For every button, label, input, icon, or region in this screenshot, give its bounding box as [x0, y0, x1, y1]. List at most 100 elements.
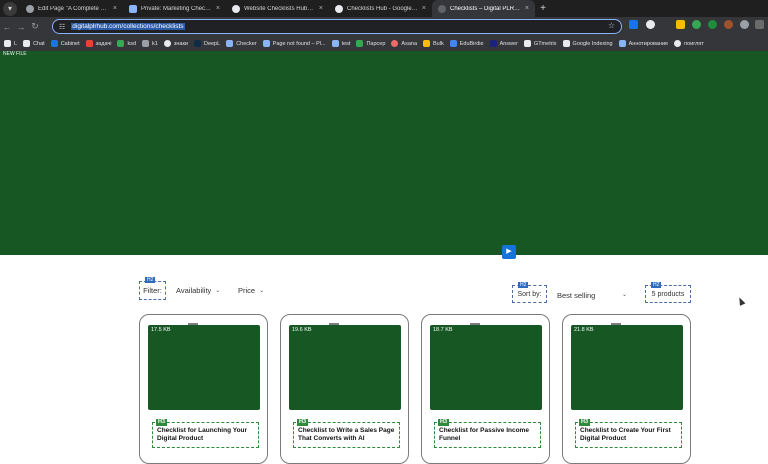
bookmark-icon [356, 40, 364, 47]
bookmark-item[interactable]: знаки [163, 40, 188, 47]
folder-icon [4, 40, 11, 47]
bookmark-item[interactable]: Page not found – Pl... [262, 40, 326, 47]
bookmark-item[interactable]: задачі [85, 40, 111, 47]
bookmark-item[interactable]: Answer [489, 40, 518, 47]
heading-badge: H3 [579, 419, 591, 426]
address-bar[interactable]: ☷ digitalplrhub.com/collections/checklis… [52, 19, 622, 34]
bookmark-item[interactable]: Asana [391, 40, 417, 47]
heading-badge: H3 [297, 419, 309, 426]
product-card[interactable]: 17.5 KB H3 Checklist for Launching Your … [139, 314, 268, 464]
product-thumbnail[interactable]: 19.6 KB [289, 323, 401, 410]
product-card[interactable]: 21.8 KB H3 Checklist to Create Your Firs… [562, 314, 691, 464]
browser-tab[interactable]: Private: Marketing Checklists -... × [123, 0, 226, 17]
bookmark-item[interactable]: DeepL [193, 40, 220, 47]
heading-badge: H2 [145, 277, 156, 283]
availability-filter[interactable]: Availability ⌄ [176, 286, 220, 295]
bookmark-item[interactable]: k1 [142, 40, 158, 47]
thumbnail-notch [188, 323, 198, 325]
bookmark-label: Парсер [366, 40, 386, 47]
bookmark-label: Asana [401, 40, 418, 47]
price-label: Price [238, 286, 256, 295]
bookmark-star-icon[interactable]: ☆ [608, 21, 615, 30]
tab-title: Checklists – Digital PLR Hub [450, 5, 521, 12]
bookmark-item[interactable]: Cabinet [50, 40, 80, 47]
extensions-puzzle-icon[interactable] [755, 20, 764, 29]
product-title-box[interactable]: H3 Checklist to Write a Sales Page That … [293, 419, 400, 448]
bookmark-item[interactable]: Checker [226, 40, 257, 47]
bookmark-label: Checker [236, 40, 257, 47]
price-filter[interactable]: Price ⌄ [238, 286, 264, 295]
close-icon[interactable]: × [216, 5, 220, 12]
product-title-box[interactable]: H3 Checklist for Launching Your Digital … [152, 419, 259, 448]
bookmark-item[interactable]: Chat [23, 40, 45, 47]
browser-tab[interactable]: Website Checklists Hub - Goog... × [226, 0, 329, 17]
browser-tab[interactable]: Checklists Hub - Google Search × [329, 0, 432, 17]
bookmark-item[interactable]: Google Indexing [562, 40, 613, 47]
product-title[interactable]: Checklist to Create Your First Digital P… [580, 427, 677, 443]
bookmark-item[interactable]: Аннотирование [618, 40, 668, 47]
filter-label-text: Filter: [143, 286, 162, 295]
extension-icon[interactable] [692, 20, 701, 29]
forward-icon[interactable]: → [14, 22, 28, 32]
bookmark-icon [117, 40, 125, 47]
product-title[interactable]: Checklist for Passive Income Funnel [439, 427, 536, 443]
sort-select[interactable]: Best selling [557, 291, 595, 300]
extension-icon[interactable] [676, 20, 685, 29]
chevron-down-icon[interactable]: ⌄ [622, 291, 627, 298]
thumbnail-notch [611, 323, 621, 325]
heading-badge: H3 [156, 419, 168, 426]
play-icon[interactable]: ▶ [502, 245, 516, 259]
product-count: H2 5 products [645, 282, 691, 303]
menu-icon[interactable] [740, 20, 749, 29]
tab-search-icon[interactable]: ▾ [3, 2, 17, 16]
bookmark-label: ksd [127, 40, 137, 47]
product-title[interactable]: Checklist for Launching Your Digital Pro… [157, 427, 254, 443]
extension-icon[interactable] [646, 20, 655, 29]
url-text[interactable]: digitalplrhub.com/collections/checklists [71, 23, 185, 30]
extension-icon[interactable] [708, 20, 717, 29]
bookmark-item[interactable]: Парсер [356, 40, 385, 47]
bookmark-icon [423, 40, 431, 47]
availability-label: Availability [176, 286, 212, 295]
product-card[interactable]: 19.6 KB H3 Checklist to Write a Sales Pa… [280, 314, 409, 464]
file-size: 17.5 KB [151, 327, 171, 333]
new-tab-icon[interactable]: + [535, 0, 551, 17]
bookmark-item[interactable]: Bulk [423, 40, 444, 47]
close-icon[interactable]: × [319, 5, 323, 12]
bookmark-label: Page not found – Pl... [272, 40, 326, 47]
bookmark-item[interactable]: EduBirdie [449, 40, 484, 47]
sort-label-text: Sort by: [517, 290, 542, 298]
bookmark-item[interactable]: test [331, 40, 350, 47]
bookmark-item[interactable]: L [4, 40, 17, 47]
back-icon[interactable]: ← [0, 22, 14, 32]
file-size: 21.8 KB [574, 327, 594, 333]
favicon-icon [438, 4, 446, 13]
product-title[interactable]: Checklist to Write a Sales Page That Con… [298, 427, 395, 443]
chevron-down-icon: ⌄ [259, 288, 265, 294]
bookmark-item[interactable]: ksd [117, 40, 136, 47]
bookmark-label: поиглят [684, 40, 704, 47]
product-card[interactable]: 18.7 KB H3 Checklist for Passive Income … [421, 314, 550, 464]
product-thumbnail[interactable]: 21.8 KB [571, 323, 683, 410]
tab-title: Private: Marketing Checklists -... [141, 5, 212, 12]
product-title-box[interactable]: H3 Checklist to Create Your First Digita… [575, 419, 682, 448]
tab-title: Checklists Hub - Google Search [347, 5, 418, 12]
bookmark-icon [85, 40, 93, 47]
bookmark-item[interactable]: поиглят [674, 40, 704, 47]
mouse-cursor-icon [736, 296, 746, 306]
close-icon[interactable]: × [525, 5, 529, 12]
profile-avatar[interactable] [724, 20, 733, 29]
product-thumbnail[interactable]: 17.5 KB [148, 323, 260, 410]
browser-tab-active[interactable]: Checklists – Digital PLR Hub × [432, 0, 535, 17]
bookmark-item[interactable]: GTmetrix [523, 40, 557, 47]
reload-icon[interactable]: ↻ [28, 21, 42, 32]
browser-tab[interactable]: Edit Page "A Complete WordPr... × [20, 0, 123, 17]
product-title-box[interactable]: H3 Checklist for Passive Income Funnel [434, 419, 541, 448]
product-thumbnail[interactable]: 18.7 KB [430, 323, 542, 410]
hero-banner: NEW FILE [0, 51, 768, 255]
heading-badge: H2 [651, 282, 662, 288]
extension-icon[interactable] [629, 20, 638, 29]
close-icon[interactable]: × [113, 5, 117, 12]
site-info-icon[interactable]: ☷ [59, 23, 65, 31]
close-icon[interactable]: × [422, 5, 426, 12]
